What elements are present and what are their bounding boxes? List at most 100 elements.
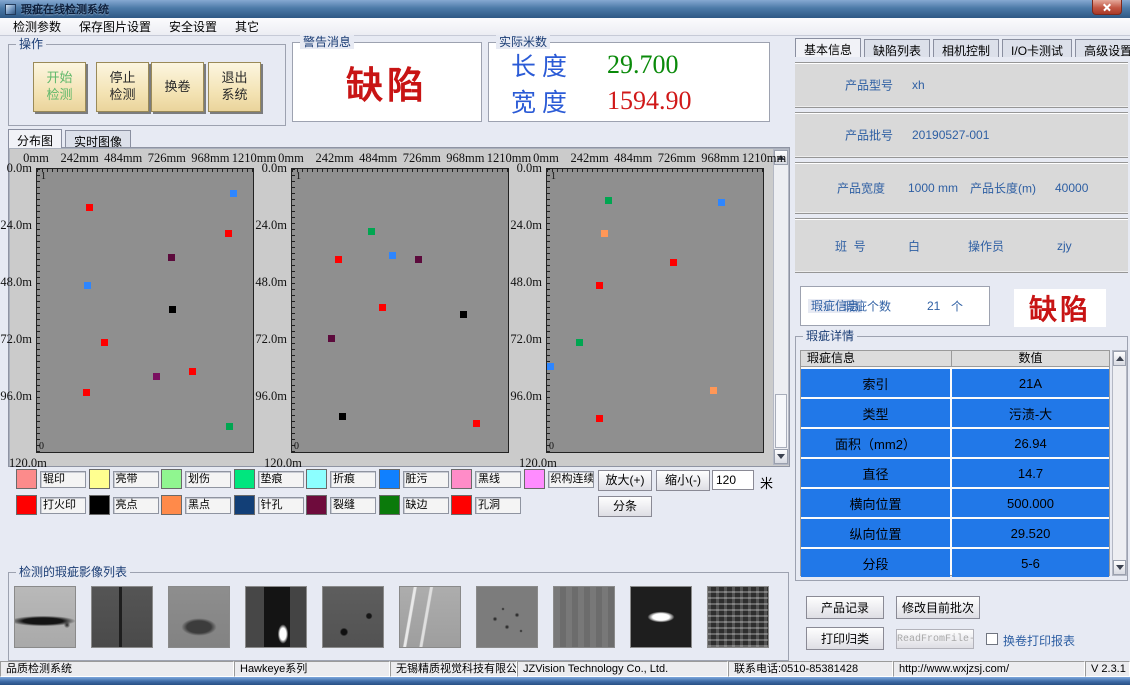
legend-label: 打火印 [40,497,86,514]
legend-color-swatch [234,469,255,489]
x-axis-tick-label: 726mm [403,151,441,166]
axis-ticks-left [292,169,295,452]
defect-image-2[interactable] [91,586,153,648]
product-batch-value: 20190527-001 [912,128,989,142]
flaw-detail-row[interactable]: 直径14.7 [801,459,1109,487]
close-button[interactable] [1092,0,1122,15]
flaw-detail-row[interactable]: 分段5-6 [801,549,1109,577]
status-segment-3: 无锡精质视觉科技有限公司 [390,661,517,677]
defect-point [718,199,725,206]
reprint-report-checkbox[interactable] [986,633,998,645]
chart-vertical-scrollbar[interactable] [773,149,789,465]
scatter-plot-2: 10 [291,168,509,453]
defect-image-4[interactable] [245,586,307,648]
legend-item: 缺边 [379,495,452,515]
table-scroll-up-button[interactable] [1113,351,1126,366]
flaw-detail-row[interactable]: 索引21A [801,369,1109,397]
zoom-in-button[interactable]: 放大(+) [598,470,652,491]
meters-group: 实际米数 长度 29.700 宽度 1594.90 [488,42,770,122]
y-axis-tick-label: 96.0m [0,389,32,404]
flaw-detail-row[interactable]: 面积（mm2）26.94 [801,429,1109,457]
plot-corner-label: 1 [41,171,46,182]
table-scroll-down-button[interactable] [1113,560,1126,575]
split-strip-button[interactable]: 分条 [598,496,652,517]
defect-alert: 缺陷 [1014,289,1106,327]
scrollbar-thumb[interactable] [775,394,787,448]
scroll-down-button[interactable] [774,449,788,464]
defect-image-5[interactable] [322,586,384,648]
print-sort-button[interactable]: 打印归类 [806,627,884,650]
flaw-info-group: 瑕疵信息 瑕疵个数 21 个 [800,286,990,326]
menu-item-4[interactable]: 其它 [226,17,268,36]
x-axis-tick-label: 242mm [570,151,608,166]
length-value: 29.700 [607,50,679,80]
menu-item-1[interactable]: 检测参数 [4,17,70,36]
flaw-count-unit: 个 [951,298,963,315]
flaw-detail-row[interactable]: 纵向位置29.520 [801,519,1109,547]
tab-io-test[interactable]: I/O卡测试 [1002,39,1072,57]
flaw-detail-row[interactable]: 类型污渍-大 [801,399,1109,427]
plot-corner-label: 1 [296,171,301,182]
y-axis-tick-label: 96.0m [506,389,542,404]
defect-image-1[interactable] [14,586,76,648]
modify-batch-button[interactable]: 修改目前批次 [896,596,980,619]
status-segment-2: Hawkeye系列 [234,661,390,677]
x-axis-tick-label: 242mm [315,151,353,166]
y-axis-tick-label: 96.0m [251,389,287,404]
defect-point [101,339,108,346]
legend-item: 黑线 [451,469,524,489]
flaw-attribute-name: 直径 [801,459,950,487]
legend-label: 孔洞 [475,497,521,514]
tab-camera-control[interactable]: 相机控制 [933,39,999,57]
axis-ticks-top [292,169,508,172]
operation-group: 操作 开始 检测停止 检测换卷退出 系统 [8,44,286,126]
defect-image-7[interactable] [476,586,538,648]
defect-image-10[interactable] [707,586,769,648]
defect-point [339,413,346,420]
defect-image-6[interactable] [399,586,461,648]
legend-label: 垫痕 [258,471,304,488]
meter-range-input[interactable] [712,470,754,490]
legend-color-swatch [306,495,327,515]
flaw-detail-row[interactable]: 横向位置500.000 [801,489,1109,517]
legend-item: 织构连续 [524,469,597,489]
product-model-label: 产品型号 [845,77,893,94]
stop-detect-button[interactable]: 停止 检测 [96,62,149,112]
zoom-out-button[interactable]: 缩小(-) [656,470,710,491]
thumbnail-strip [14,586,769,648]
x-axis-tick-label: 484mm [359,151,397,166]
flaw-attribute-value: 5-6 [952,549,1109,577]
tab-distribution-map[interactable]: 分布图 [8,129,62,148]
defect-point [169,306,176,313]
legend-item: 打火印 [16,495,89,515]
defect-image-9[interactable] [630,586,692,648]
product-record-button[interactable]: 产品记录 [806,596,884,619]
change-roll-button[interactable]: 换卷 [151,62,204,112]
defect-point [547,363,554,370]
legend-color-swatch [379,469,400,489]
tab-defect-list[interactable]: 缺陷列表 [864,39,930,57]
defect-image-3[interactable] [168,586,230,648]
defect-image-8[interactable] [553,586,615,648]
menu-item-2[interactable]: 保存图片设置 [70,17,160,36]
start-detect-button[interactable]: 开始 检测 [33,62,86,112]
table-vertical-scrollbar[interactable] [1112,350,1127,576]
tab-advanced-settings[interactable]: 高级设置 [1075,39,1130,57]
legend-color-swatch [234,495,255,515]
flaw-table-header: 瑕疵信息 数值 [801,351,1109,367]
flaw-attribute-name: 分段 [801,549,950,577]
menu-item-3[interactable]: 安全设置 [160,17,226,36]
legend-label: 亮点 [113,497,159,514]
defect-point [368,228,375,235]
defect-point [328,335,335,342]
y-axis-tick-label: 24.0m [251,218,287,233]
defect-point [670,259,677,266]
legend-label: 针孔 [258,497,304,514]
tab-basic-info[interactable]: 基本信息 [795,38,861,57]
tab-realtime-image[interactable]: 实时图像 [65,130,131,148]
y-axis-tick-label: 24.0m [0,218,32,233]
operator-label: 操作员 [968,237,1004,254]
defect-legend-row-2: 打火印亮点黑点针孔裂缝缺边孔洞 [16,495,524,515]
y-axis-tick-label: 72.0m [506,332,542,347]
exit-system-button[interactable]: 退出 系统 [208,62,261,112]
